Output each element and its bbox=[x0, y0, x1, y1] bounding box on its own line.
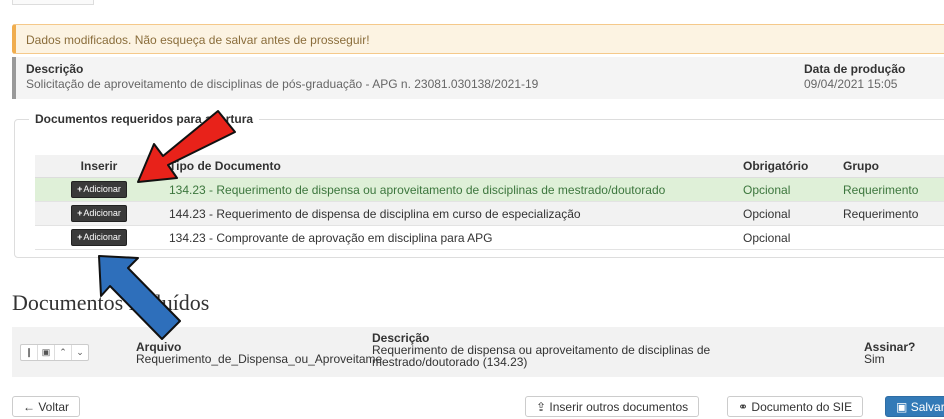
trash-icon[interactable]: ▣ bbox=[38, 345, 55, 360]
production-date: Data de produção 09/04/2021 15:05 bbox=[804, 62, 905, 91]
table-row: +Adicionar 134.23 - Requerimento de disp… bbox=[35, 177, 944, 202]
warning-text: Dados modificados. Não esqueça de salvar… bbox=[26, 33, 370, 47]
chevron-down-icon[interactable]: ⌄ bbox=[72, 345, 88, 360]
save-button-label: Salvar bbox=[910, 400, 944, 414]
back-button[interactable]: ← Voltar bbox=[12, 396, 81, 417]
insert-cell: +Adicionar bbox=[35, 225, 163, 250]
arrow-left-icon: ← bbox=[23, 400, 35, 414]
required-documents-legend: Documentos requeridos para abertura bbox=[35, 112, 254, 126]
table-row: +Adicionar 144.23 - Requerimento de disp… bbox=[35, 201, 944, 226]
column-header-insert: Inserir bbox=[35, 155, 163, 178]
sign-value: Sim bbox=[864, 352, 885, 366]
required-documents-table: Inserir Tipo de Documento Obrigatório Gr… bbox=[35, 155, 944, 250]
add-document-button[interactable]: +Adicionar bbox=[71, 181, 127, 198]
unsaved-changes-warning: Dados modificados. Não esqueça de salvar… bbox=[12, 24, 944, 54]
mandatory-cell: Opcional bbox=[737, 225, 837, 250]
description-panel: Descrição Solicitação de aproveitamento … bbox=[12, 57, 944, 99]
save-button[interactable]: ▣ Salvar bbox=[885, 396, 944, 417]
chevron-up-icon[interactable]: ⌃ bbox=[55, 345, 72, 360]
included-documents-title: Documentos incluídos bbox=[12, 290, 210, 315]
group-cell: Requerimento bbox=[837, 201, 944, 226]
add-button-label: Adicionar bbox=[83, 184, 121, 194]
mandatory-cell: Opcional bbox=[737, 177, 837, 202]
description-column: Descrição Requerimento de dispensa ou ap… bbox=[372, 332, 710, 368]
column-header-type: Tipo de Documento bbox=[163, 155, 737, 178]
document-type-cell: 144.23 - Requerimento de dispensa de dis… bbox=[163, 201, 737, 226]
insert-cell: +Adicionar bbox=[35, 177, 163, 202]
required-documents-fieldset: Documentos requeridos para abertura Inse… bbox=[14, 112, 944, 258]
insert-other-label: Inserir outros documentos bbox=[549, 400, 689, 414]
group-cell: Requerimento bbox=[837, 177, 944, 202]
production-date-label: Data de produção bbox=[804, 62, 906, 76]
add-button-label: Adicionar bbox=[83, 208, 121, 218]
file-column: Arquivo Requerimento_de_Dispensa_ou_Apro… bbox=[136, 341, 382, 365]
plus-icon: + bbox=[77, 184, 83, 194]
sie-document-button[interactable]: ⚭ Documento do SIE bbox=[727, 396, 864, 417]
insert-cell: +Adicionar bbox=[35, 201, 163, 226]
mandatory-cell: Opcional bbox=[737, 201, 837, 226]
insert-other-documents-button[interactable]: ⇪ Inserir outros documentos bbox=[525, 396, 700, 417]
top-tab bbox=[12, 0, 94, 5]
included-document-row: ❙ ▣ ⌃ ⌄ Arquivo Requerimento_de_Dispensa… bbox=[12, 327, 944, 377]
file-name[interactable]: Requerimento_de_Dispensa_ou_Aproveitame bbox=[136, 353, 382, 365]
description-line-2: mestrado/doutorado (134.23) bbox=[372, 355, 528, 369]
column-header-mandatory: Obrigatório bbox=[737, 155, 837, 178]
production-date-value: 09/04/2021 15:05 bbox=[804, 77, 898, 91]
table-header-row: Inserir Tipo de Documento Obrigatório Gr… bbox=[35, 155, 944, 178]
link-icon: ⚭ bbox=[738, 400, 749, 414]
document-type-cell: 134.23 - Requerimento de dispensa ou apr… bbox=[163, 177, 737, 202]
add-button-label: Adicionar bbox=[83, 232, 121, 242]
action-bar: ← Voltar ⇪ Inserir outros documentos ⚭ D… bbox=[0, 392, 944, 419]
table-row: +Adicionar 134.23 - Comprovante de aprov… bbox=[35, 225, 944, 250]
plus-icon: + bbox=[77, 208, 83, 218]
save-icon: ▣ bbox=[896, 400, 908, 414]
sie-document-label: Documento do SIE bbox=[751, 400, 853, 414]
upload-icon: ⇪ bbox=[536, 400, 547, 414]
document-actions-group: ❙ ▣ ⌃ ⌄ bbox=[20, 344, 89, 361]
info-icon[interactable]: ❙ bbox=[21, 345, 38, 360]
group-cell bbox=[837, 225, 944, 250]
back-button-label: Voltar bbox=[38, 400, 70, 414]
add-document-button[interactable]: +Adicionar bbox=[71, 229, 127, 246]
column-header-group: Grupo bbox=[837, 155, 944, 178]
document-type-cell: 134.23 - Comprovante de aprovação em dis… bbox=[163, 225, 737, 250]
plus-icon: + bbox=[77, 232, 83, 242]
sign-column: Assinar? Sim bbox=[864, 341, 915, 365]
add-document-button[interactable]: +Adicionar bbox=[71, 205, 127, 222]
